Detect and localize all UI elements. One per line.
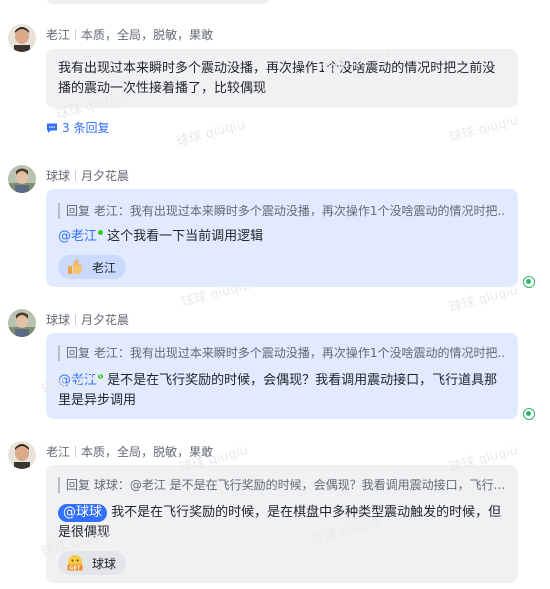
replies-count: 3 条回复	[62, 121, 110, 135]
thumbs-up-icon	[68, 259, 83, 274]
reaction-user: 老江	[92, 260, 117, 275]
reaction-get[interactable]: GET 球球	[58, 551, 127, 575]
mention[interactable]: @球球	[58, 504, 108, 522]
tag: 本质	[81, 445, 106, 459]
message-bubble[interactable]: 回复 老江：我有出现过本来瞬时多个震动没播，再次操作1个没啥震动的情况时把...…	[46, 189, 518, 287]
tag: 月夕花晨	[81, 313, 130, 327]
message-text: @老江 是不是在飞行奖励的时候，会偶现？我看调用震动接口，飞行道具那里是异步调用	[58, 373, 498, 408]
reaction-thumbs-up[interactable]: 老江	[58, 255, 127, 279]
message-bubble[interactable]: 我有出现过本来瞬时多个震动没播，再次操作1个没啥震动的情况时把之前没播的震动一次…	[46, 49, 518, 108]
watermark: 球球 qiuqiu	[447, 113, 520, 146]
message-header: 老江 本质，全局，脱敏，果敢	[46, 28, 214, 42]
read-status-icon[interactable]	[523, 408, 535, 420]
message-header: 球球 月夕花晨	[46, 311, 129, 328]
thread-replies-link[interactable]: 3 条回复	[46, 119, 109, 136]
get-emoji-icon: GET	[67, 555, 83, 571]
message-bubble[interactable]: 回复 老江：我有出现过本来瞬时多个震动没播，再次操作1个没啥震动的情况时把...…	[46, 333, 518, 419]
tag: 果敢	[189, 445, 214, 459]
tag: 本质	[81, 28, 106, 42]
reply-quote[interactable]: 回复 球球：@老江 是不是在飞行奖励的时候，会偶现？我看调用震动接口，飞行...	[58, 477, 506, 493]
mention[interactable]: @老江	[58, 229, 104, 244]
mention[interactable]: @老江	[58, 373, 104, 388]
tag: 月夕花晨	[81, 169, 130, 183]
message-header: 老江 本质，全局，脱敏，果敢	[46, 445, 214, 459]
read-status-icon[interactable]	[523, 276, 535, 288]
tag: 全局	[117, 445, 142, 459]
message-bubble[interactable]: 回复 球球：@老江 是不是在飞行奖励的时候，会偶现？我看调用震动接口，飞行...…	[46, 465, 518, 583]
avatar[interactable]	[8, 441, 36, 469]
avatar[interactable]	[8, 24, 36, 52]
tag: 果敢	[189, 28, 214, 42]
tag: 脱敏	[153, 445, 178, 459]
message-text: @老江 这个我看一下当前调用逻辑	[58, 229, 264, 244]
previous-message-bubble	[46, 0, 270, 4]
author-name[interactable]: 球球	[46, 313, 70, 327]
reaction-user: 球球	[92, 556, 117, 571]
message-text: @球球 我不是在飞行奖励的时候，是在棋盘中多种类型震动触发的时候，但是很偶现	[58, 504, 502, 540]
comment-icon	[47, 123, 57, 133]
message-header: 球球 月夕花晨	[46, 167, 129, 184]
author-name[interactable]: 老江	[46, 28, 70, 42]
message-text: 我有出现过本来瞬时多个震动没播，再次操作1个没啥震动的情况时把之前没播的震动一次…	[58, 61, 496, 96]
reply-quote[interactable]: 回复 老江：我有出现过本来瞬时多个震动没播，再次操作1个没啥震动的情况时把...	[58, 345, 506, 361]
author-name[interactable]: 球球	[46, 169, 70, 183]
watermark: 球球 qiuqiu	[174, 117, 247, 150]
avatar[interactable]	[8, 309, 36, 337]
tag: 全局	[117, 28, 142, 42]
avatar[interactable]	[8, 165, 36, 193]
reply-quote[interactable]: 回复 老江：我有出现过本来瞬时多个震动没播，再次操作1个没啥震动的情况时把...	[58, 203, 506, 219]
author-name[interactable]: 老江	[46, 445, 70, 459]
svg-text:GET: GET	[70, 565, 82, 571]
tag: 脱敏	[153, 28, 178, 42]
